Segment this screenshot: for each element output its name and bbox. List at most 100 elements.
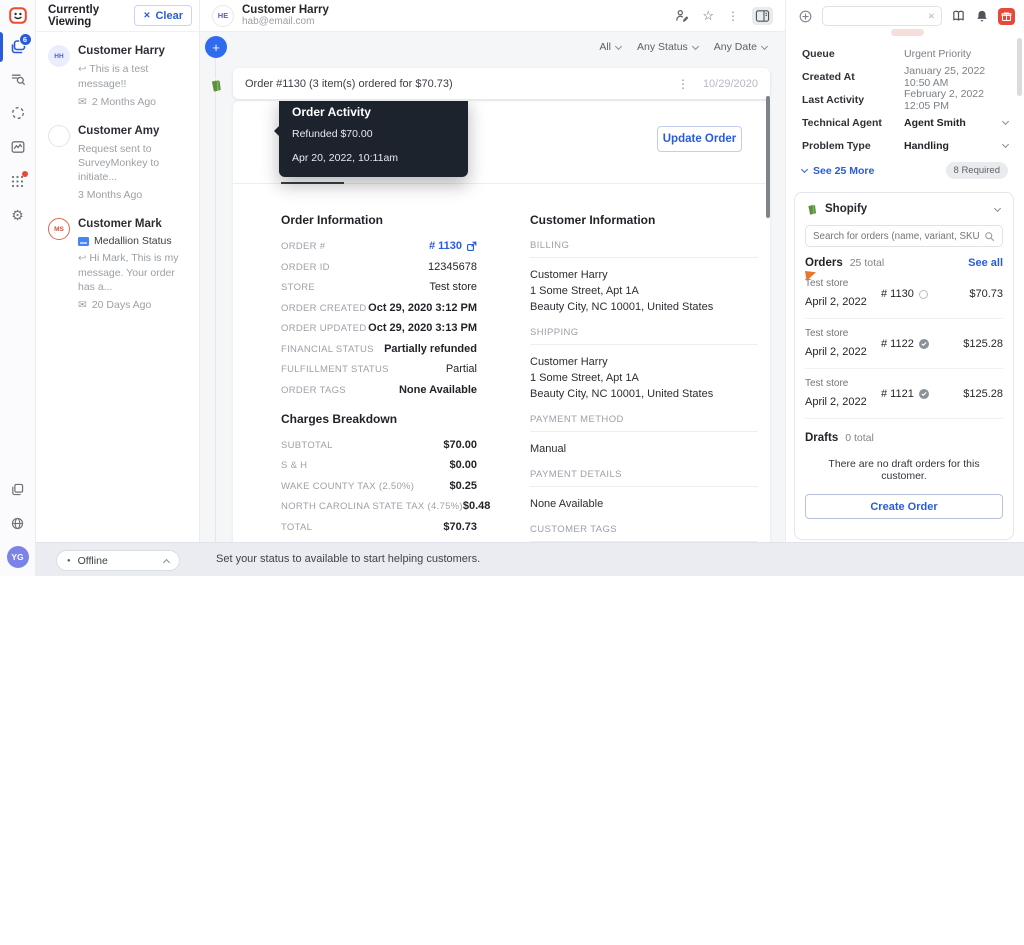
section-heading: Order Information	[281, 213, 477, 227]
whats-new-gift-icon[interactable]	[998, 8, 1015, 25]
table-row: WAKE COUNTY TAX (2.50%)$0.25	[281, 480, 477, 492]
add-event-button[interactable]: +	[205, 36, 227, 58]
section-heading: Customer Information	[530, 213, 758, 227]
timeline-line	[215, 58, 216, 542]
search-tickets-icon[interactable]	[0, 62, 36, 96]
star-icon[interactable]: ☆	[702, 9, 714, 22]
field-row-dropdown[interactable]: Technical AgentAgent Smith	[802, 111, 1008, 134]
orders-header: Orders 25 total See all	[805, 257, 1003, 269]
avatar: MS	[48, 218, 70, 240]
knowledge-book-icon[interactable]	[951, 9, 966, 23]
see-more-row: See 25 More 8 Required	[786, 162, 1024, 179]
chevron-down-icon	[1002, 118, 1009, 125]
avatar: HH	[48, 45, 70, 67]
context-panel: ✕ QueueUrgent Priority Created AtJanuary…	[785, 0, 1024, 576]
conversation-item[interactable]: MS Customer Mark Medallion Status ↩Hi Ma…	[36, 205, 199, 315]
tooltip-detail: Refunded $70.00	[292, 128, 455, 140]
order-date: 10/29/2020	[703, 78, 758, 90]
ticket-count-badge: 6	[19, 33, 32, 46]
left-rail: 6 ⚙ YG	[0, 0, 36, 576]
assign-agent-icon[interactable]	[674, 8, 689, 23]
table-row: SUBTOTAL$70.00	[281, 439, 477, 451]
filter-channel[interactable]: All	[599, 41, 621, 53]
chevron-down-icon	[692, 42, 699, 49]
shopify-icon	[805, 202, 818, 216]
tickets-nav-icon[interactable]: 6	[0, 32, 36, 62]
customer-avatar: HE	[212, 5, 234, 27]
message-preview: Request sent to SurveyMonkey to initiate…	[78, 142, 191, 184]
clear-button[interactable]: ✕ Clear	[134, 5, 192, 26]
table-row: TOTAL$70.73	[281, 521, 477, 533]
filter-status[interactable]: Any Status	[637, 41, 698, 53]
reply-icon: ↩	[78, 64, 86, 75]
required-badge: 8 Required	[946, 162, 1008, 179]
see-all-link[interactable]: See all	[968, 257, 1003, 269]
order-summary: Order #1130 (3 item(s) ordered for $70.7…	[245, 78, 453, 90]
windows-copy-icon[interactable]	[0, 472, 36, 506]
user-avatar[interactable]: YG	[7, 546, 29, 568]
see-more-link[interactable]: See 25 More	[802, 165, 874, 177]
order-event-bar[interactable]: Order #1130 (3 item(s) ordered for $70.7…	[233, 68, 770, 99]
global-search: ✕	[822, 6, 942, 26]
order-more-icon[interactable]: ⋮	[677, 78, 689, 90]
field-row-dropdown[interactable]: Problem TypeHandling	[802, 134, 1008, 157]
app-window: 6 ⚙ YG Currently Viewing ✕ Cl	[0, 0, 1024, 576]
conversation-item[interactable]: HH Customer Harry ↩This is a test messag…	[36, 32, 199, 112]
field-row: QueueUrgent Priority	[802, 42, 1008, 65]
table-row: S & H$0.00	[281, 459, 477, 471]
order-activity-tooltip: Order Activity Refunded $70.00 Apr 20, 2…	[279, 101, 468, 177]
views-circle-icon[interactable]	[0, 96, 36, 130]
search-icon	[984, 231, 995, 242]
scrollbar-thumb[interactable]	[766, 96, 770, 218]
context-header: ✕	[786, 0, 1024, 32]
field-row: Created AtJanuary 25, 2022 10:50 AM	[802, 65, 1008, 88]
clear-label: Clear	[155, 10, 183, 22]
reply-icon: ↩	[78, 253, 86, 264]
message-preview: ↩Hi Mark, This is my message. Your order…	[78, 251, 191, 294]
order-list-item[interactable]: Test storeApril 2, 2022 # 1122 $125.28	[805, 319, 1003, 369]
shopify-widget-header[interactable]: Shopify	[805, 202, 1003, 216]
globe-icon[interactable]	[0, 506, 36, 540]
more-options-icon[interactable]: ⋮	[727, 10, 739, 22]
presence-dot-icon: ●	[67, 558, 71, 564]
order-list-item[interactable]: Test storeApril 2, 2022 # 1121 $125.28	[805, 369, 1003, 419]
external-link-icon	[466, 241, 477, 252]
order-search-input[interactable]	[813, 231, 980, 242]
chevron-up-icon	[163, 558, 170, 565]
ticket-fields: QueueUrgent Priority Created AtJanuary 2…	[786, 32, 1024, 157]
customer-information-column: Customer Information BILLING Customer Ha…	[530, 213, 758, 545]
close-icon: ✕	[143, 10, 150, 21]
message-preview: ↩This is a test message!!	[78, 62, 191, 91]
notifications-bell-icon[interactable]	[975, 9, 989, 24]
update-order-button[interactable]: Update Order	[657, 126, 742, 152]
customer-name: Customer Amy	[78, 125, 191, 137]
payment-method-section: PAYMENT METHOD Manual	[530, 414, 758, 457]
order-list-item[interactable]: Test storeApril 2, 2022 # 1130 $70.73	[805, 269, 1003, 319]
conversation-item[interactable]: Customer Amy Request sent to SurveyMonke…	[36, 112, 199, 205]
drafts-empty-message: There are no draft orders for this custo…	[805, 458, 1003, 482]
statistics-icon[interactable]	[0, 130, 36, 164]
settings-gear-icon[interactable]: ⚙	[0, 198, 36, 232]
message-time: ✉20 Days Ago	[78, 299, 191, 311]
apps-grid-icon[interactable]	[0, 164, 36, 198]
scrollbar-thumb[interactable]	[1017, 38, 1022, 96]
chevron-down-icon	[761, 42, 768, 49]
order-information-column: Order Information ORDER # # 1130 ORDER I…	[281, 213, 477, 541]
filter-date[interactable]: Any Date	[714, 41, 767, 53]
table-row: NORTH CAROLINA STATE TAX (4.75%)$0.48	[281, 500, 477, 512]
shopify-timeline-icon	[208, 77, 223, 93]
order-number-link[interactable]: # 1130	[429, 240, 477, 252]
table-row: FINANCIAL STATUSPartially refunded	[281, 343, 477, 355]
conversation-list-panel: Currently Viewing ✕ Clear HH Customer Ha…	[36, 0, 200, 542]
presence-dropdown[interactable]: ● Offline	[56, 550, 180, 571]
mail-icon: ✉	[78, 96, 87, 108]
gorgias-logo[interactable]	[0, 0, 36, 32]
toggle-sidebar-icon[interactable]	[752, 7, 773, 25]
global-search-input[interactable]	[829, 11, 924, 22]
ticket-header: HE Customer Harry hab@email.com ☆ ⋮	[200, 0, 785, 32]
create-order-button[interactable]: Create Order	[805, 494, 1003, 519]
clear-search-icon[interactable]: ✕	[928, 11, 935, 22]
circle-plus-icon[interactable]	[798, 9, 813, 24]
customer-email: hab@email.com	[242, 16, 329, 27]
gear-glyph: ⚙	[11, 208, 24, 222]
